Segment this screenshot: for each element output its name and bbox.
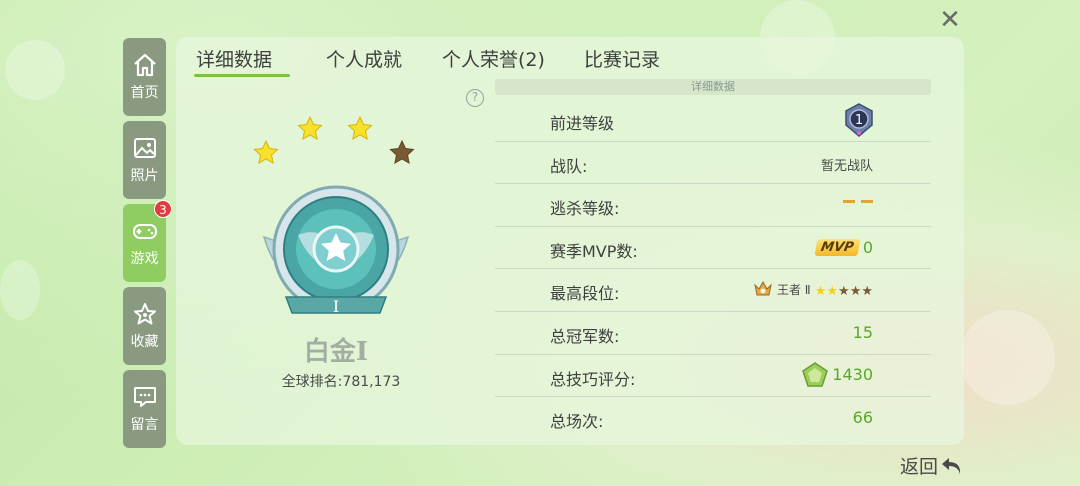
sidebar-item-label: 游戏 <box>130 251 159 267</box>
stat-label: 赛季MVP数: <box>550 241 638 261</box>
star-empty-icon: ★ <box>861 283 873 299</box>
stat-row-mvp: 赛季MVP数: MVP 0 <box>495 227 931 270</box>
tab-detailed-data[interactable]: 详细数据 <box>196 45 272 72</box>
stat-label: 总冠军数: <box>550 326 620 346</box>
star-filled-icon: ★ <box>814 283 827 299</box>
tab-honors[interactable]: 个人荣誉(2) <box>442 45 545 72</box>
global-rank-label: 全球排名: <box>281 374 343 390</box>
star-empty-icon <box>389 139 415 164</box>
bg-bubble <box>5 40 65 100</box>
sidebar-item-label: 照片 <box>130 168 159 184</box>
star-empty-icon: ★ <box>849 283 862 299</box>
bg-bubble <box>0 260 40 320</box>
star-filled-icon <box>347 115 373 140</box>
back-arrow-icon <box>942 457 961 474</box>
stat-label: 最高段位: <box>550 284 620 304</box>
star-icon <box>133 303 156 325</box>
stat-label: 前进等级 <box>550 114 615 133</box>
rank-medal: Ⅰ <box>253 115 415 316</box>
level-badge-icon: 1 <box>845 103 873 137</box>
stat-value: 1 <box>843 103 875 137</box>
home-icon <box>133 53 156 77</box>
stat-label: 总场次: <box>550 412 604 432</box>
tab-match-history[interactable]: 比赛记录 <box>584 45 660 72</box>
bg-bubble <box>960 310 1055 405</box>
stat-row-skill-score: 总技巧评分: 1430 <box>495 355 931 398</box>
star-filled-icon: ★ <box>826 283 839 299</box>
stat-label: 总技巧评分: <box>550 369 636 389</box>
skill-score-icon <box>802 361 829 387</box>
global-rank-value: 781,173 <box>342 374 401 390</box>
stat-label: 战队: <box>550 156 588 176</box>
stat-row-level: 前进等级 1 <box>495 99 931 142</box>
stats-list: 前进等级 1 战队: 暂无战队 逃杀等级: — — 赛季MVP数: <box>495 99 931 440</box>
stat-label: 逃杀等级: <box>550 199 620 219</box>
stat-value: MVP 0 <box>814 237 873 257</box>
global-rank: 全球排名:781,173 <box>251 371 431 391</box>
star-empty-icon: ★ <box>838 283 850 299</box>
level-number: 1 <box>855 113 863 128</box>
stat-row-total-matches: 总场次: 66 <box>495 397 931 440</box>
sidebar-item-label: 首页 <box>130 85 159 101</box>
sidebar-item-label: 留言 <box>130 417 159 433</box>
rank-stars <box>253 115 415 164</box>
stat-value: — — <box>841 200 873 204</box>
sidebar-item-games[interactable]: 3 游戏 <box>123 200 172 282</box>
dash-icon <box>843 200 855 204</box>
tab-achievements[interactable]: 个人成就 <box>326 45 402 72</box>
stat-row-championships: 总冠军数: 15 <box>495 312 931 355</box>
mvp-tag: MVP <box>814 238 861 256</box>
message-icon <box>133 387 156 407</box>
king-rank-icon <box>754 281 772 296</box>
star-filled-icon <box>297 115 323 140</box>
stat-value: 15 <box>852 322 873 342</box>
rank-medal-area: Ⅰ <box>246 109 506 409</box>
rank-name: 白金Ⅰ <box>303 337 369 367</box>
stat-value: 暂无战队 <box>820 158 873 174</box>
stat-row-team: 战队: 暂无战队 <box>495 142 931 185</box>
mvp-count: 0 <box>862 237 873 257</box>
sidebar-item-photos[interactable]: 照片 <box>123 121 166 199</box>
stat-value: 66 <box>852 408 873 428</box>
stat-value: 王者 Ⅱ ★★★★★ <box>753 279 873 299</box>
sidebar-item-home[interactable]: 首页 <box>123 38 166 116</box>
stats-title: 详细数据 <box>495 79 931 95</box>
medal-numeral: Ⅰ <box>333 297 339 316</box>
sidebar-item-messages[interactable]: 留言 <box>123 370 166 448</box>
stat-value: 1430 <box>802 361 873 388</box>
back-label: 返回 <box>900 456 939 478</box>
highest-rank-text: 王者 Ⅱ <box>776 282 811 297</box>
star-filled-icon <box>253 139 279 164</box>
stat-row-escape-level: 逃杀等级: — — <box>495 184 931 227</box>
help-icon[interactable]: ? <box>466 89 484 107</box>
skill-score-value: 1430 <box>832 365 873 385</box>
dash-icon <box>861 200 873 204</box>
notification-badge: 3 <box>154 200 172 218</box>
main-panel: 详细数据 个人成就 个人荣誉(2) 比赛记录 ? Ⅰ 白金Ⅰ 全球排名:781,… <box>176 37 964 445</box>
close-icon[interactable]: ✕ <box>936 6 964 34</box>
gamepad-icon <box>132 224 157 239</box>
sidebar-item-label: 收藏 <box>130 334 159 350</box>
back-button[interactable]: 返回 <box>900 452 964 479</box>
stat-row-highest-rank: 最高段位: 王者 Ⅱ ★★★★★ <box>495 269 931 312</box>
photo-icon <box>133 138 156 158</box>
sidebar-item-favorites[interactable]: 收藏 <box>123 287 166 365</box>
active-tab-indicator <box>194 74 290 77</box>
highest-rank-stars: ★★★★★ <box>815 280 873 299</box>
